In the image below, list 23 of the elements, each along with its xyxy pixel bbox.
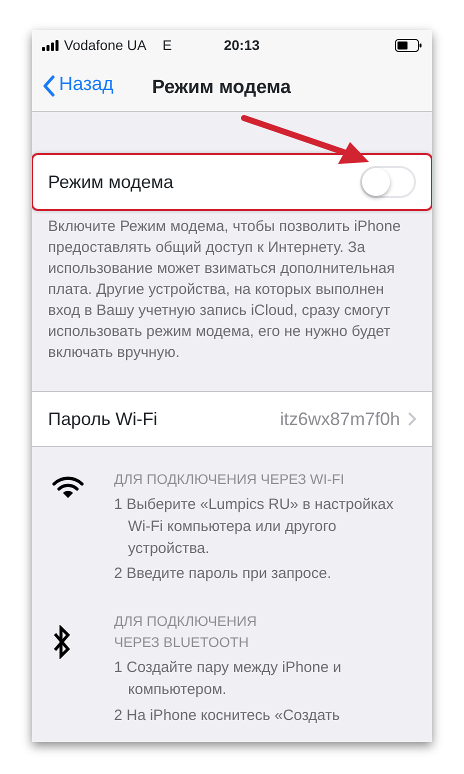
description-text: Включите Режим модема, чтобы позволить iPhone предоставлять общий доступ к Интернету. За использование может взиматься дополнительная плата. Другие устройства, на которых выполнен вход в Вашу учетную запись iCloud, сразу смогут использовать режим модема, его не нужно будет включать вручную. — [47, 217, 402, 363]
wifi-icon — [52, 475, 84, 499]
status-time: 20:13 — [224, 36, 260, 54]
back-button[interactable]: Назад — [32, 71, 114, 100]
section-heading: ДЛЯ ПОДКЛЮЧЕНИЯ ЧЕРЕЗ BLUETOOTH — [114, 612, 258, 652]
screen-title: Режим модема — [152, 76, 291, 100]
instruction-step: 2 На iPhone коснитесь «Создать — [114, 704, 414, 726]
network-type: E — [162, 36, 172, 54]
toggle-switch[interactable] — [360, 166, 416, 198]
chevron-left-icon — [42, 74, 55, 96]
section-heading: ДЛЯ ПОДКЛЮЧЕНИЯ ЧЕРЕЗ WI-FI — [114, 470, 346, 489]
chevron-right-icon — [408, 412, 416, 426]
battery-icon — [395, 38, 422, 52]
instruction-step: 1 Выберите «Lumpics RU» в настройках Wi-Fi компьютера или другого устройства. — [114, 494, 414, 560]
setting-label: Пароль Wi-Fi — [48, 408, 158, 431]
setting-label: Режим модема — [48, 170, 174, 194]
instruction-step: 1 Создайте пару между iPhone и компьютером. — [114, 657, 414, 700]
password-value: itz6wx87m7f0h — [280, 408, 400, 430]
carrier-name: Vodafone UA — [64, 36, 147, 54]
instruction-step: 2 Введите пароль при запросе. — [114, 563, 414, 585]
bluetooth-icon — [52, 625, 72, 659]
signal-icon — [42, 40, 60, 50]
password-row[interactable]: Пароль Wi-Fi itz6wx87m7f0h — [32, 391, 432, 447]
